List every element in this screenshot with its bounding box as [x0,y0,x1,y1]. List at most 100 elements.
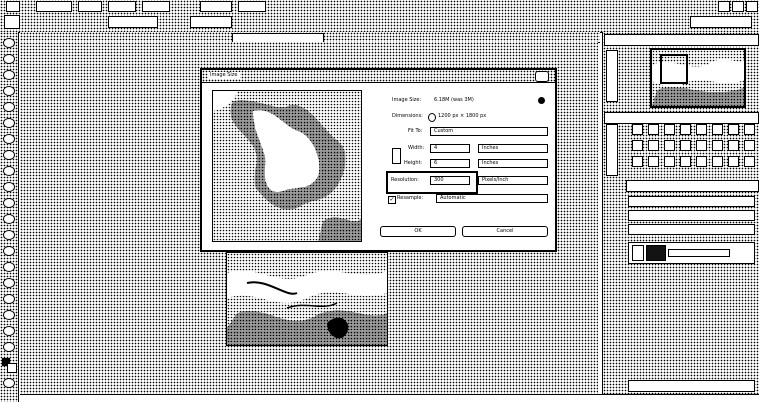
style-swatch[interactable] [632,124,643,135]
resolution-unit-select[interactable]: Pixels/Inch [478,176,548,185]
blur-tool-icon[interactable] [3,230,15,240]
style-swatch[interactable] [712,124,723,135]
current-tool-icon[interactable] [4,15,20,29]
shape-tool-icon[interactable] [3,310,15,320]
width-input[interactable]: 4 [430,144,470,153]
layer-lock-row[interactable] [628,224,755,235]
resolution-label: Resolution: [391,177,419,183]
brush-tool-icon[interactable] [3,150,15,160]
cancel-button[interactable]: Cancel [462,226,548,237]
dodge-tool-icon[interactable] [3,246,15,256]
width-unit-select[interactable]: Inches [478,144,548,153]
layer-thumbnail [646,245,666,261]
hand-tool-icon[interactable] [3,326,15,336]
path-selection-tool-icon[interactable] [3,294,15,304]
style-swatch[interactable] [648,140,659,151]
gradient-tool-icon[interactable] [3,214,15,224]
gear-icon[interactable] [538,97,545,104]
style-swatch[interactable] [648,156,659,167]
style-swatch[interactable] [632,140,643,151]
history-brush-tool-icon[interactable] [3,182,15,192]
panel-icon-strip[interactable] [606,124,618,176]
style-swatch[interactable] [744,156,755,167]
styles-panel-header[interactable] [604,112,759,124]
menu-item-filter[interactable] [238,1,266,12]
style-swatch[interactable] [728,156,739,167]
image-preview-artwork [213,91,361,241]
lasso-tool-icon[interactable] [3,70,15,80]
style-swatch[interactable] [632,156,643,167]
style-swatch[interactable] [680,156,691,167]
constrain-proportions-link-icon[interactable] [392,148,401,164]
image-size-value: 6.18M (was 3M) [434,97,474,103]
navigator-panel-header[interactable] [604,34,759,46]
quick-select-tool-icon[interactable] [3,86,15,96]
height-input[interactable]: 6 [430,159,470,168]
options-field[interactable] [108,16,158,28]
resample-checkbox[interactable]: ✓ [388,196,396,204]
maximize-icon[interactable] [732,1,744,12]
resolution-input[interactable]: 300 [430,176,470,185]
style-swatch[interactable] [728,124,739,135]
layer-blend-mode-select[interactable] [628,196,755,207]
workspace-switcher[interactable] [690,16,752,28]
dimensions-value: 1200 px × 1800 px [438,113,487,119]
style-swatch[interactable] [648,124,659,135]
style-swatch[interactable] [664,156,675,167]
height-unit-select[interactable]: Inches [478,159,548,168]
style-swatch[interactable] [744,140,755,151]
app-logo-icon [6,1,20,12]
panel-icon-strip[interactable] [606,50,618,102]
style-swatch[interactable] [664,124,675,135]
menu-item-edit[interactable] [78,1,102,12]
tools-panel [0,32,19,402]
style-swatch[interactable] [696,156,707,167]
pen-tool-icon[interactable] [3,262,15,272]
crop-tool-icon[interactable] [3,102,15,112]
dimensions-label: Dimensions: [392,113,423,119]
image-size-dialog: Image Size Image Size: 6.18M (was 3M) Di… [200,68,557,252]
type-tool-icon[interactable] [3,278,15,288]
document-image[interactable] [226,252,388,346]
background-color-swatch[interactable] [7,363,17,373]
style-swatch[interactable] [712,156,723,167]
layers-panel-footer[interactable] [628,380,755,392]
clone-stamp-tool-icon[interactable] [3,166,15,176]
dialog-title-bar: Image Size [202,70,555,83]
minimize-icon[interactable] [718,1,730,12]
eraser-tool-icon[interactable] [3,198,15,208]
layer-visibility-eye-icon[interactable] [632,245,644,261]
navigator-view-box[interactable] [660,54,688,84]
healing-brush-tool-icon[interactable] [3,134,15,144]
style-swatch[interactable] [680,124,691,135]
menu-item-select[interactable] [200,1,232,12]
style-swatch[interactable] [696,140,707,151]
quick-mask-icon[interactable] [3,378,15,388]
style-swatch[interactable] [696,124,707,135]
dimensions-unit-menu-icon[interactable] [428,113,436,122]
layers-panel-header[interactable] [626,180,759,192]
width-label: Width: [408,145,425,151]
zoom-tool-icon[interactable] [3,342,15,352]
ok-button[interactable]: OK [380,226,456,237]
menu-item-layer[interactable] [142,1,170,12]
options-field[interactable] [190,16,232,28]
resample-select[interactable]: Automatic [436,194,548,203]
style-swatch[interactable] [712,140,723,151]
resample-label: Resample: [397,195,424,201]
style-swatch[interactable] [680,140,691,151]
marquee-tool-icon[interactable] [3,54,15,64]
eyedropper-tool-icon[interactable] [3,118,15,128]
style-swatch[interactable] [744,124,755,135]
style-swatch[interactable] [728,140,739,151]
fit-to-select[interactable]: Custom [430,127,548,136]
image-preview[interactable] [212,90,362,242]
close-icon[interactable] [535,71,549,82]
style-swatch[interactable] [664,140,675,151]
menu-item-image[interactable] [108,1,136,12]
close-icon[interactable] [746,1,758,12]
move-tool-icon[interactable] [3,38,15,48]
layer-opacity-row[interactable] [628,210,755,221]
menu-item-file[interactable] [36,1,72,12]
layer-name [668,249,730,257]
